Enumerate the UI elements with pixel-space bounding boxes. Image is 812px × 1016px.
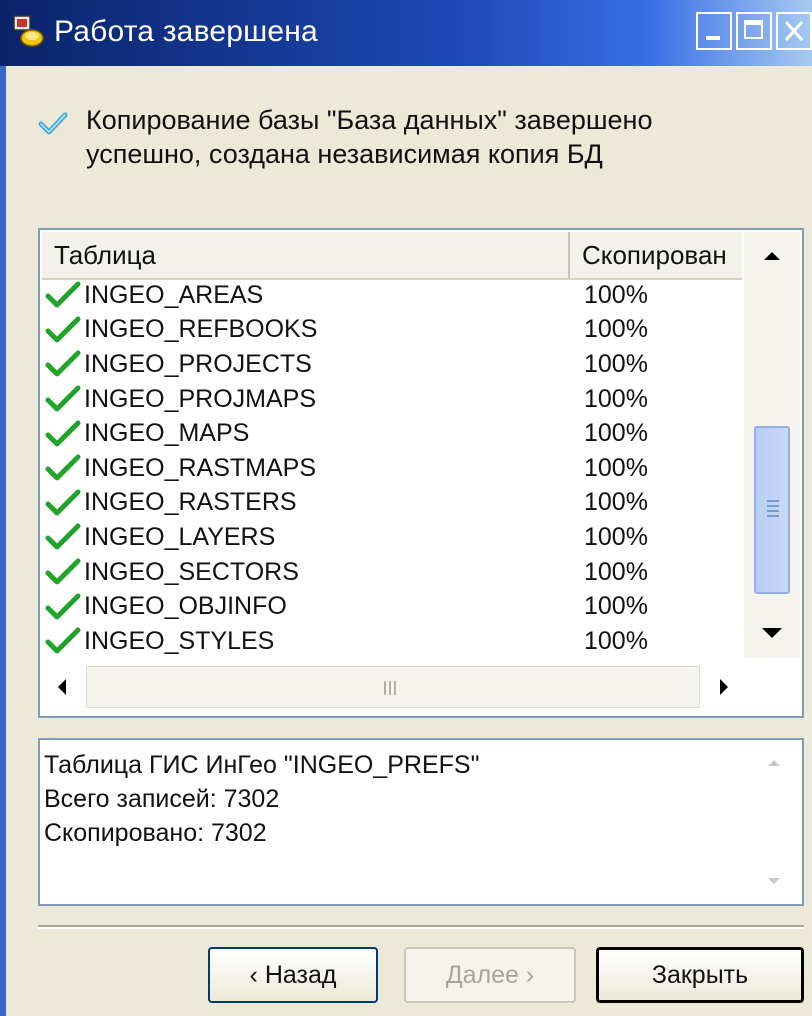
table-name-cell: INGEO_AREAS (42, 280, 570, 310)
copied-percent: 100% (584, 557, 648, 586)
copied-percent: 100% (584, 453, 648, 482)
copied-percent: 100% (584, 522, 648, 551)
horizontal-scroll-thumb[interactable] (86, 666, 700, 708)
maximize-button[interactable] (736, 12, 772, 50)
close-button[interactable]: Закрыть (596, 947, 804, 1003)
window-left-border (0, 66, 6, 1016)
copied-percent: 100% (584, 419, 648, 448)
details-vertical-scrollbar[interactable] (748, 742, 800, 902)
minimize-icon (706, 36, 720, 40)
table-row[interactable]: INGEO_REFBOOKS 100% (42, 313, 742, 348)
details-line-total: Всего записей: 7302 (44, 785, 280, 813)
details-text: Таблица ГИС ИнГео "INGEO_PREFS" Всего за… (44, 748, 479, 850)
next-button[interactable]: Далее › (404, 947, 576, 1003)
copied-percent: 100% (584, 626, 648, 655)
table-name-cell: INGEO_PROJECTS (42, 349, 570, 379)
table-row[interactable]: INGEO_LAYERS 100% (42, 520, 742, 555)
list-header: Таблица Скопирован (42, 232, 742, 280)
column-header-table[interactable]: Таблица (42, 232, 570, 278)
scroll-up-arrow-icon[interactable] (744, 232, 800, 278)
green-check-icon (45, 558, 81, 585)
details-line-copied: Скопировано: 7302 (44, 819, 267, 847)
status-line-1: Копирование базы "База данных" завершено (86, 105, 653, 135)
list-rows: INGEO_AREAS 100% INGEO_REFBOOKS 100% INGEO_P… (42, 278, 742, 658)
minimize-button[interactable] (696, 12, 732, 50)
copied-percent: 100% (584, 488, 648, 517)
table-row[interactable]: INGEO_OBJINFO 100% (42, 589, 742, 624)
scroll-up-arrow-icon[interactable] (748, 742, 800, 782)
grip-icon (384, 681, 398, 695)
green-check-icon (45, 420, 81, 447)
table-name-cell: INGEO_STYLES (42, 626, 570, 656)
green-check-icon (45, 281, 81, 308)
scroll-down-arrow-icon[interactable] (748, 862, 800, 902)
details-line-table: Таблица ГИС ИнГео "INGEO_PREFS" (44, 751, 480, 779)
table-name: INGEO_LAYERS (84, 522, 276, 551)
green-check-icon (45, 385, 81, 412)
table-row[interactable]: INGEO_SECTORS 100% (42, 555, 742, 590)
table-name: INGEO_RASTMAPS (84, 453, 316, 482)
table-name-cell: INGEO_LAYERS (42, 522, 570, 552)
table-name: INGEO_RASTERS (84, 488, 297, 517)
table-name: INGEO_MAPS (84, 419, 250, 448)
green-check-icon (45, 489, 81, 516)
green-check-icon (45, 316, 81, 343)
scroll-right-arrow-icon[interactable] (704, 660, 744, 714)
maximize-icon (744, 20, 763, 39)
copied-percent: 100% (584, 349, 648, 378)
copied-percent: 100% (584, 384, 648, 413)
table-name-cell: INGEO_PROJMAPS (42, 384, 570, 414)
list-horizontal-scrollbar[interactable] (42, 660, 744, 714)
grip-icon (767, 500, 779, 520)
success-check-icon (38, 112, 68, 135)
back-button[interactable]: ‹ Назад (208, 947, 378, 1003)
scroll-down-arrow-icon[interactable] (744, 612, 800, 658)
window-controls (696, 12, 812, 52)
close-window-button[interactable] (776, 12, 812, 50)
green-check-icon (45, 593, 81, 620)
table-name-cell: INGEO_RASTERS (42, 488, 570, 518)
copied-percent: 100% (584, 592, 648, 621)
copied-percent: 100% (584, 280, 648, 309)
green-check-icon (45, 454, 81, 481)
copied-percent: 100% (584, 315, 648, 344)
green-check-icon (45, 627, 81, 654)
table-row[interactable]: INGEO_STYLES 100% (42, 624, 742, 658)
title-bar[interactable]: Работа завершена (0, 0, 812, 66)
table-name-cell: INGEO_OBJINFO (42, 592, 570, 622)
table-name: INGEO_SECTORS (84, 557, 299, 586)
table-name-cell: INGEO_REFBOOKS (42, 315, 570, 345)
table-name: INGEO_OBJINFO (84, 592, 287, 621)
scroll-thumb[interactable] (754, 426, 790, 594)
green-check-icon (45, 350, 81, 377)
table-name: INGEO_REFBOOKS (84, 315, 318, 344)
table-row[interactable]: INGEO_RASTMAPS 100% (42, 451, 742, 486)
list-vertical-scrollbar[interactable] (744, 232, 800, 658)
scroll-left-arrow-icon[interactable] (42, 660, 82, 714)
app-icon (13, 15, 44, 47)
table-name: INGEO_STYLES (84, 626, 275, 655)
table-name: INGEO_PROJMAPS (84, 384, 316, 413)
copied-tables-list[interactable]: Таблица Скопирован INGEO_AREAS 100% INGEO_… (38, 228, 804, 718)
close-icon (784, 21, 804, 41)
table-name: INGEO_AREAS (84, 280, 264, 309)
table-row[interactable]: INGEO_PROJMAPS 100% (42, 382, 742, 417)
details-box[interactable]: Таблица ГИС ИнГео "INGEO_PREFS" Всего за… (38, 738, 804, 906)
button-separator (38, 925, 804, 929)
table-row[interactable]: INGEO_AREAS 100% (42, 278, 742, 313)
column-header-copied[interactable]: Скопирован (570, 232, 742, 278)
table-name: INGEO_PROJECTS (84, 349, 312, 378)
table-row[interactable]: INGEO_MAPS 100% (42, 416, 742, 451)
status-text: Копирование базы "База данных" завершено… (86, 103, 652, 171)
table-name-cell: INGEO_MAPS (42, 419, 570, 449)
window-title: Работа завершена (54, 15, 318, 48)
status-line-2: успешно, создана независимая копия БД (86, 139, 603, 169)
table-row[interactable]: INGEO_PROJECTS 100% (42, 347, 742, 382)
table-name-cell: INGEO_SECTORS (42, 557, 570, 587)
table-row[interactable]: INGEO_RASTERS 100% (42, 486, 742, 521)
green-check-icon (45, 523, 81, 550)
table-name-cell: INGEO_RASTMAPS (42, 453, 570, 483)
